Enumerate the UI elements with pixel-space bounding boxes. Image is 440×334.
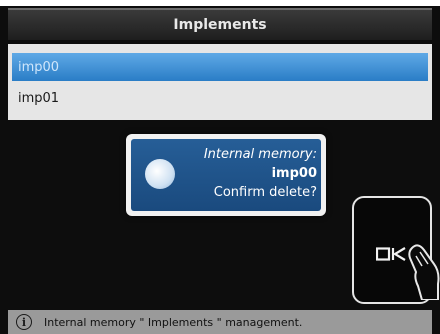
ok-glyph: [375, 247, 406, 261]
confirm-delete-dialog: Internal memory: imp00 Confirm delete?: [126, 134, 326, 216]
status-text: Internal memory " Implements " managemen…: [44, 315, 303, 329]
implements-list: imp00 imp01: [8, 44, 432, 120]
ok-button-label: [375, 246, 406, 265]
dialog-line-3: Confirm delete?: [213, 185, 317, 200]
list-item-label: imp00: [18, 59, 60, 75]
screen: Implements imp00 imp01 Internal memory: …: [0, 0, 440, 334]
dialog-message: Internal memory: imp00 Confirm delete?: [183, 145, 317, 202]
dialog-line-1: Internal memory:: [203, 147, 317, 162]
info-icon: i: [16, 314, 32, 330]
title-bar: Implements: [8, 8, 432, 40]
touch-hand-icon: [408, 244, 440, 300]
top-border: [0, 0, 440, 6]
list-item-imp01[interactable]: imp01: [12, 84, 428, 112]
list-item-label: imp01: [18, 90, 60, 106]
sphere-icon: [145, 159, 175, 189]
dialog-line-2: imp00: [271, 166, 317, 181]
list-item-imp00[interactable]: imp00: [12, 53, 428, 81]
page-title: Implements: [173, 17, 267, 33]
dialog-body: Internal memory: imp00 Confirm delete?: [131, 139, 321, 211]
status-bar: i Internal memory " Implements " managem…: [8, 310, 432, 334]
